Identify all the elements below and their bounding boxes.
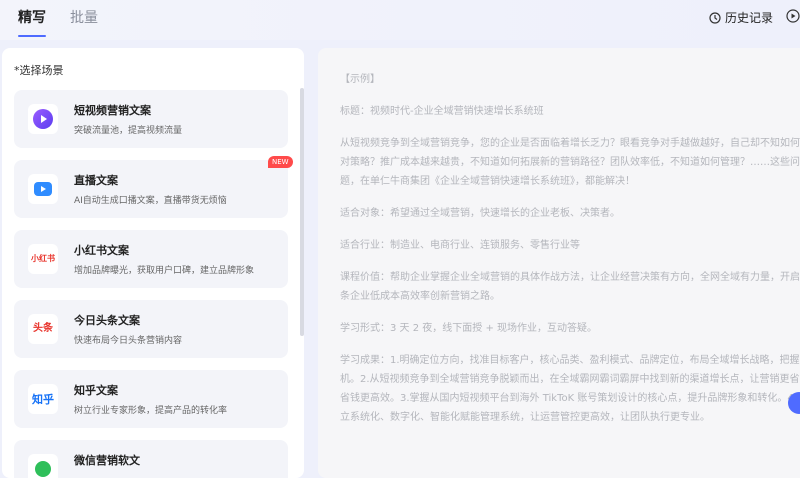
scene-panel: *选择场景 短视频营销文案 突破流量池，提高视频流量 直播文案 AI自动生成口播… — [2, 48, 304, 478]
live-camera-icon — [28, 174, 58, 204]
example-panel: 【示例】 标题：视频时代-企业全域营销快速增长系统班 从短视频竞争到全域营销竞争… — [318, 48, 800, 478]
example-value: 课程价值：帮助企业掌握企业全域营销的具体作战方法，让企业经营决策有方向，全网全域… — [340, 272, 800, 302]
clock-icon — [709, 11, 721, 24]
example-text: 【示例】 标题：视频时代-企业全域营销快速增长系统班 从短视频竞争到全域营销竞争… — [340, 70, 800, 440]
card-title: 今日头条文案 — [74, 314, 140, 327]
example-heading: 【示例】 — [340, 74, 380, 85]
history-button[interactable]: 历史记录 — [709, 9, 773, 26]
toutiao-logo-icon: 头条 — [28, 314, 58, 344]
example-audience: 适合对象：希望通过全域营销，快速增长的企业老板、决策者。 — [340, 208, 620, 219]
play-circle-icon[interactable] — [786, 9, 800, 23]
history-label: 历史记录 — [725, 11, 774, 25]
new-badge: NEW — [268, 156, 293, 168]
scene-card-xiaohongshu[interactable]: 小红书 小红书文案 增加品牌曝光，获取用户口碑，建立品牌形象 — [14, 230, 288, 288]
scene-card-zhihu[interactable]: 知乎 知乎文案 树立行业专家形象，提高产品的转化率 — [14, 370, 288, 428]
card-desc: 增加品牌曝光，获取用户口碑，建立品牌形象 — [74, 266, 255, 276]
card-desc: 突破流量池，提高视频流量 — [74, 126, 183, 136]
zhihu-logo-icon: 知乎 — [28, 384, 58, 414]
tab-batch[interactable]: 批量 — [70, 9, 98, 27]
top-bar: 精写 批量 历史记录 — [0, 0, 800, 40]
card-desc: 快速布局今日头条营销内容 — [74, 336, 183, 346]
card-title: 微信营销软文 — [74, 454, 140, 467]
card-desc: AI自动生成口播文案，直播带货无烦恼 — [74, 196, 227, 206]
example-title: 标题：视频时代-企业全域营销快速增长系统班 — [340, 106, 544, 117]
scrollbar[interactable] — [300, 88, 304, 336]
toutiao-logo-text: 头条 — [33, 323, 53, 334]
example-format: 学习形式：3 天 2 夜，线下面授 + 现场作业，互动答疑。 — [340, 323, 597, 334]
example-industry: 适合行业：制造业、电商行业、连锁服务、零售行业等 — [340, 240, 580, 251]
xiaohongshu-logo-icon: 小红书 — [28, 244, 58, 274]
card-title: 短视频营销文案 — [74, 104, 151, 117]
zhihu-logo-text: 知乎 — [32, 392, 54, 406]
xiaohongshu-logo-text: 小红书 — [31, 254, 55, 263]
card-title: 直播文案 — [74, 174, 118, 187]
scene-label: *选择场景 — [14, 64, 64, 77]
scene-card-short-video[interactable]: 短视频营销文案 突破流量池，提高视频流量 — [14, 90, 288, 148]
scene-card-live[interactable]: 直播文案 AI自动生成口播文案，直播带货无烦恼 — [14, 160, 288, 218]
scene-card-wechat[interactable]: 微信营销软文 — [14, 440, 288, 478]
scene-card-toutiao[interactable]: 头条 今日头条文案 快速布局今日头条营销内容 — [14, 300, 288, 358]
tab-write[interactable]: 精写 — [18, 9, 46, 37]
card-title: 知乎文案 — [74, 384, 118, 397]
card-title: 小红书文案 — [74, 244, 129, 257]
example-intro: 从短视频竞争到全域营销竞争，您的企业是否面临着增长乏力？眼看竞争对手越做越好，自… — [340, 138, 800, 187]
example-results: 学习成果：1.明确定位方向，找准目标客户，核心品类、盈利模式、品牌定位，布局全域… — [340, 355, 800, 423]
play-icon — [28, 104, 58, 134]
card-desc: 树立行业专家形象，提高产品的转化率 — [74, 406, 228, 416]
wechat-icon — [28, 454, 58, 478]
